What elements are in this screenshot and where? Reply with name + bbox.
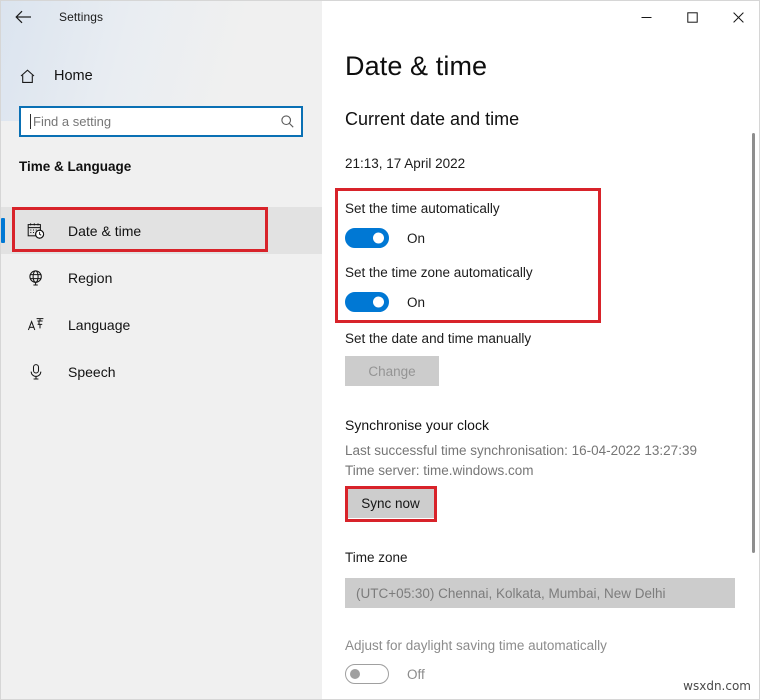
minimize-button[interactable] — [623, 1, 669, 33]
title-bar: Settings — [1, 1, 759, 33]
settings-window: Home Time & Language — [0, 0, 760, 700]
sidebar-item-speech[interactable]: Speech — [1, 348, 322, 395]
sidebar-nav: Date & time Region Language Speech — [1, 207, 322, 395]
set-time-automatically-label: Set the time automatically — [345, 201, 500, 216]
watermark: wsxdn.com — [683, 679, 751, 693]
scrollbar-thumb[interactable] — [752, 133, 755, 553]
maximize-button[interactable] — [669, 1, 715, 33]
toggle-knob — [350, 669, 360, 679]
home-label: Home — [54, 68, 93, 84]
set-timezone-automatically-label: Set the time zone automatically — [345, 265, 533, 280]
set-time-automatically-state: On — [407, 230, 426, 246]
microphone-icon — [25, 361, 47, 383]
back-button[interactable] — [1, 1, 45, 33]
sidebar-item-label: Speech — [68, 363, 116, 380]
sidebar-item-label: Language — [68, 316, 131, 333]
page-title: Date & time — [345, 51, 488, 81]
home-icon — [16, 65, 38, 87]
toggle-knob — [373, 296, 384, 308]
daylight-saving-toggle[interactable] — [345, 664, 389, 684]
change-button[interactable]: Change — [345, 356, 439, 386]
current-date-time-value: 21:13, 17 April 2022 — [345, 156, 466, 171]
search-icon[interactable] — [273, 108, 301, 135]
selection-indicator — [1, 218, 5, 243]
set-manually-label: Set the date and time manually — [345, 331, 532, 346]
sidebar: Home Time & Language — [1, 1, 322, 699]
daylight-saving-label: Adjust for daylight saving time automati… — [345, 638, 607, 653]
window-title: Settings — [59, 10, 104, 24]
time-zone-heading: Time zone — [345, 550, 408, 565]
sidebar-item-home[interactable]: Home — [1, 59, 322, 93]
globe-icon — [25, 267, 47, 289]
set-timezone-automatically-state: On — [407, 294, 426, 310]
calendar-clock-icon — [25, 220, 47, 242]
last-sync-text: Last successful time synchronisation: 16… — [345, 443, 697, 458]
language-icon — [25, 314, 47, 336]
sidebar-item-label: Region — [68, 269, 113, 286]
search-input[interactable] — [31, 108, 273, 135]
set-timezone-automatically-toggle[interactable] — [345, 292, 389, 312]
main-content: Date & time Current date and time 21:13,… — [322, 1, 759, 699]
current-date-time-heading: Current date and time — [345, 109, 520, 129]
sidebar-item-language[interactable]: Language — [1, 301, 322, 348]
sidebar-item-region[interactable]: Region — [1, 254, 322, 301]
sidebar-item-date-and-time[interactable]: Date & time — [1, 207, 322, 254]
time-zone-select[interactable]: (UTC+05:30) Chennai, Kolkata, Mumbai, Ne… — [345, 578, 735, 608]
time-server-text: Time server: time.windows.com — [345, 463, 534, 478]
set-time-automatically-row: On — [345, 228, 425, 248]
search-box[interactable] — [19, 106, 303, 137]
caption-buttons — [623, 1, 759, 33]
toggle-knob — [373, 232, 384, 244]
sync-now-button[interactable]: Sync now — [347, 489, 434, 518]
daylight-saving-row: Off — [345, 664, 425, 684]
set-time-automatically-toggle[interactable] — [345, 228, 389, 248]
daylight-saving-state: Off — [407, 666, 425, 682]
content-scrollbar[interactable] — [745, 33, 759, 699]
sync-clock-heading: Synchronise your clock — [345, 417, 489, 433]
close-button[interactable] — [715, 1, 759, 33]
set-timezone-automatically-row: On — [345, 292, 425, 312]
sidebar-item-label: Date & time — [68, 222, 142, 239]
sidebar-category-title: Time & Language — [19, 159, 132, 174]
